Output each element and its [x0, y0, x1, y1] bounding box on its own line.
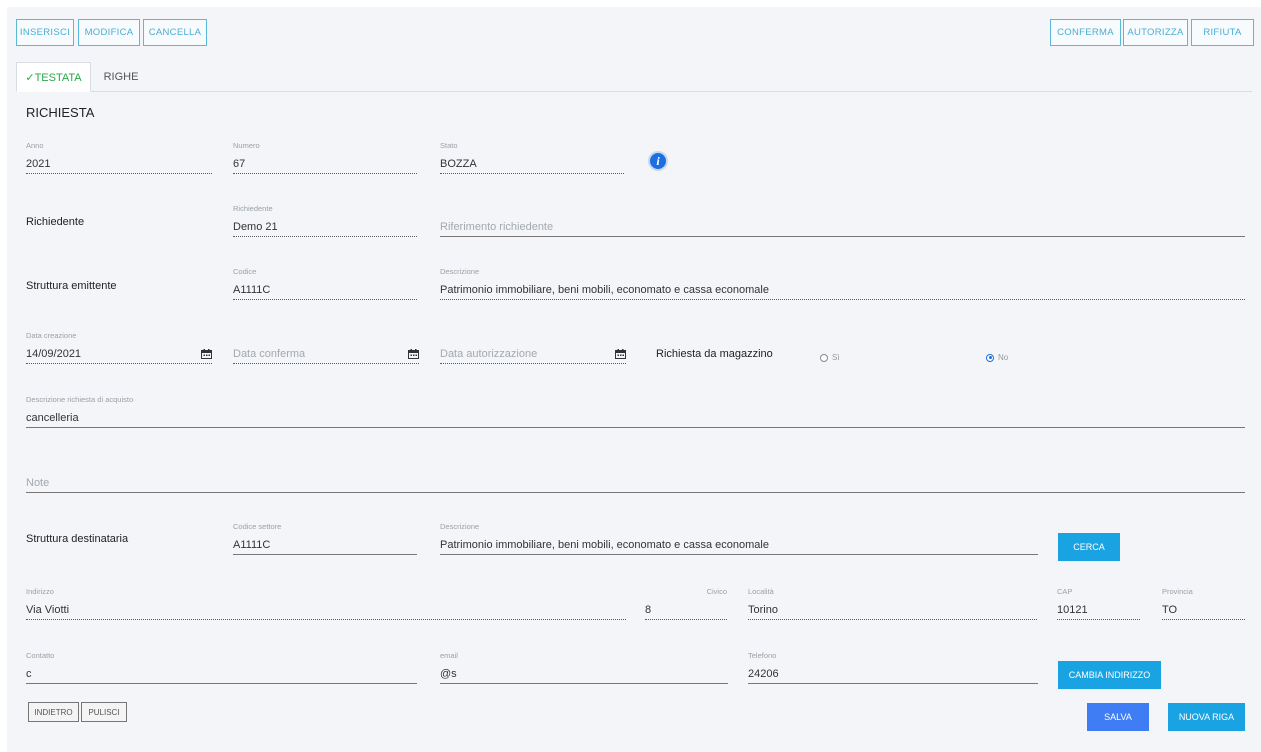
email-field[interactable]: email @s	[440, 650, 728, 684]
data-creazione-label: Data creazione	[26, 331, 77, 340]
salva-button[interactable]: SALVA	[1087, 703, 1149, 731]
tab-testata[interactable]: ✓TESTATA	[16, 62, 91, 92]
codice-emittente-value: A1111C	[233, 280, 417, 300]
indietro-button[interactable]: INDIETRO	[28, 702, 79, 722]
autorizza-button[interactable]: AUTORIZZA	[1123, 19, 1188, 46]
civico-label: Civico	[706, 587, 727, 596]
civico-value: 8	[645, 600, 727, 620]
magazzino-label: Richiesta da magazzino	[656, 348, 773, 360]
conferma-button[interactable]: CONFERMA	[1050, 19, 1121, 46]
codice-settore-value: A1111C	[233, 535, 417, 555]
provincia-value: TO	[1162, 600, 1245, 620]
numero-field[interactable]: Numero 67	[233, 140, 417, 174]
codice-emittente-field[interactable]: Codice A1111C	[233, 266, 417, 300]
descrizione-destinataria-value: Patrimonio immobiliare, beni mobili, eco…	[440, 535, 1038, 555]
civico-field[interactable]: Civico 8	[645, 586, 727, 620]
calendar-icon[interactable]	[615, 349, 626, 359]
localita-label: Località	[748, 587, 774, 596]
radio-dot-selected	[986, 353, 994, 362]
descrizione-acquisto-field[interactable]: Descrizione richiesta di acquisto cancel…	[26, 394, 1245, 428]
codice-emittente-label: Codice	[233, 267, 257, 276]
nuova-riga-button[interactable]: NUOVA RIGA	[1168, 703, 1245, 731]
tabs-divider	[16, 91, 1252, 92]
contatto-field[interactable]: Contatto c	[26, 650, 417, 684]
radio-no-label: No	[998, 353, 1009, 362]
data-conferma-field[interactable]: Data conferma	[233, 330, 419, 364]
struttura-emittente-row-label: Struttura emittente	[26, 280, 117, 292]
provincia-label: Provincia	[1162, 587, 1193, 596]
indirizzo-field[interactable]: Indirizzo Via Viotti	[26, 586, 626, 620]
rifiuta-button[interactable]: RIFIUTA	[1191, 19, 1254, 46]
anno-value: 2021	[26, 154, 212, 174]
modifica-button[interactable]: MODIFICA	[78, 19, 140, 46]
richiedente-row-label: Richiedente	[26, 216, 85, 228]
indirizzo-value: Via Viotti	[26, 600, 626, 620]
calendar-icon[interactable]	[201, 349, 212, 359]
contatto-label: Contatto	[26, 651, 55, 660]
cerca-button[interactable]: CERCA	[1058, 533, 1120, 561]
stato-value: BOZZA	[440, 154, 624, 174]
riferimento-richiedente-input[interactable]: Riferimento richiedente	[440, 203, 1245, 237]
section-title: RICHIESTA	[26, 105, 95, 120]
radio-si-label: Sì	[832, 353, 840, 362]
codice-settore-field[interactable]: Codice settore A1111C	[233, 521, 417, 555]
stato-label: Stato	[440, 141, 458, 150]
magazzino-no-radio[interactable]: No	[986, 353, 1008, 362]
tab-righe[interactable]: RIGHE	[91, 62, 151, 92]
note-input[interactable]: Note	[26, 459, 1245, 493]
descrizione-acquisto-value: cancelleria	[26, 408, 1245, 428]
telefono-field[interactable]: Telefono 24206	[748, 650, 1038, 684]
descrizione-emittente-field[interactable]: Descrizione Patrimonio immobiliare, beni…	[440, 266, 1245, 300]
richiedente-field[interactable]: Richiedente Demo 21	[233, 203, 417, 237]
cap-label: CAP	[1057, 587, 1073, 596]
data-autorizzazione-field[interactable]: Data autorizzazione	[440, 330, 626, 364]
radio-dot	[820, 353, 828, 362]
localita-field[interactable]: Località Torino	[748, 586, 1037, 620]
struttura-destinataria-row-label: Struttura destinataria	[26, 533, 129, 545]
stato-field[interactable]: Stato BOZZA	[440, 140, 624, 174]
calendar-icon[interactable]	[408, 349, 419, 359]
indirizzo-label: Indirizzo	[26, 587, 54, 596]
richiedente-value: Demo 21	[233, 217, 417, 237]
pulisci-button[interactable]: PULISCI	[81, 702, 127, 722]
cap-value: 10121	[1057, 600, 1140, 620]
descrizione-destinataria-label: Descrizione	[440, 522, 480, 531]
cap-field[interactable]: CAP 10121	[1057, 586, 1140, 620]
descrizione-destinataria-field[interactable]: Descrizione Patrimonio immobiliare, beni…	[440, 521, 1038, 555]
cambia-indirizzo-button[interactable]: CAMBIA INDIRIZZO	[1058, 661, 1161, 689]
data-conferma-placeholder: Data conferma	[233, 344, 419, 364]
info-icon[interactable]: i	[648, 151, 668, 171]
provincia-field[interactable]: Provincia TO	[1162, 586, 1245, 620]
numero-label: Numero	[233, 141, 260, 150]
numero-value: 67	[233, 154, 417, 174]
cancella-button[interactable]: CANCELLA	[143, 19, 207, 46]
anno-field[interactable]: Anno 2021	[26, 140, 212, 174]
localita-value: Torino	[748, 600, 1037, 620]
email-value: @s	[440, 664, 728, 684]
data-creazione-value: 14/09/2021	[26, 344, 212, 364]
data-creazione-field[interactable]: Data creazione 14/09/2021	[26, 330, 212, 364]
contatto-value: c	[26, 664, 417, 684]
riferimento-placeholder: Riferimento richiedente	[440, 217, 1245, 237]
email-label: email	[440, 651, 458, 660]
magazzino-si-radio[interactable]: Sì	[820, 353, 840, 362]
descrizione-emittente-value: Patrimonio immobiliare, beni mobili, eco…	[440, 280, 1245, 300]
richiedente-label: Richiedente	[233, 204, 273, 213]
anno-label: Anno	[26, 141, 44, 150]
telefono-label: Telefono	[748, 651, 777, 660]
data-autorizzazione-placeholder: Data autorizzazione	[440, 344, 626, 364]
codice-settore-label: Codice settore	[233, 522, 282, 531]
telefono-value: 24206	[748, 664, 1038, 684]
note-placeholder: Note	[26, 473, 1245, 493]
descrizione-acquisto-label: Descrizione richiesta di acquisto	[26, 395, 134, 404]
inserisci-button[interactable]: INSERISCI	[16, 19, 74, 46]
app-window: INSERISCI MODIFICA CANCELLA CONFERMA AUT…	[7, 7, 1261, 752]
descrizione-emittente-label: Descrizione	[440, 267, 480, 276]
